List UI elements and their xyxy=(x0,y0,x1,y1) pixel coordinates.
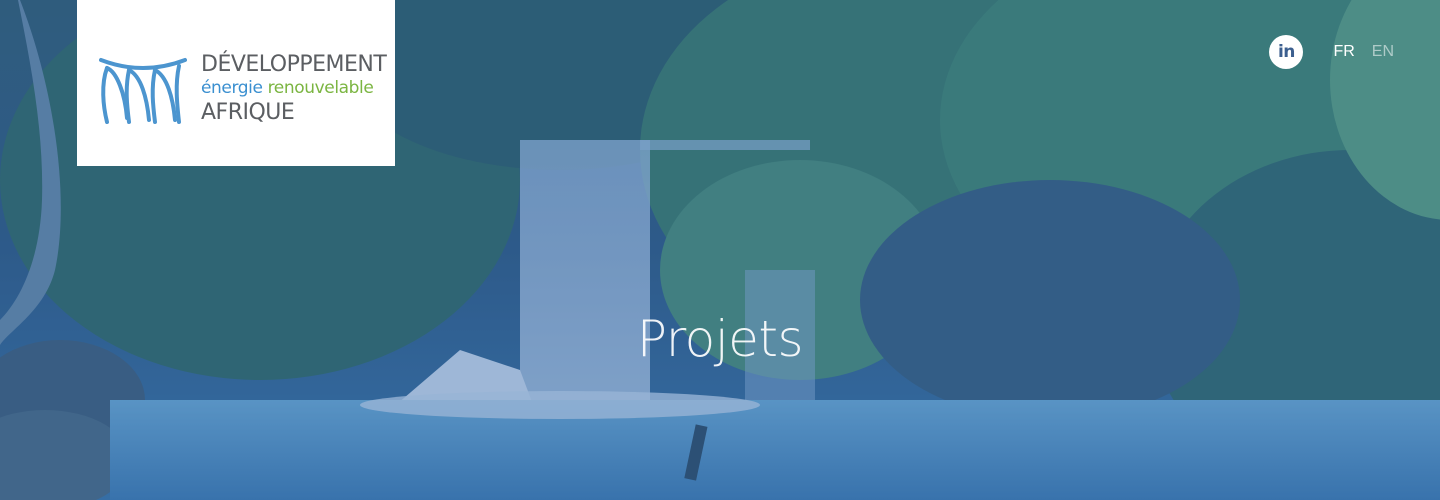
logo-line-afrique: AFRIQUE xyxy=(201,100,295,125)
hero-banner: DÉVELOPPEMENT énergie renouvelable AFRIQ… xyxy=(0,0,1440,500)
language-fr-link[interactable]: FR xyxy=(1333,43,1354,61)
logo-wordmark: DÉVELOPPEMENT énergie renouvelable AFRIQ… xyxy=(201,52,387,125)
logo-word-energie: énergie xyxy=(201,78,263,98)
logo-line-developpement: DÉVELOPPEMENT xyxy=(201,52,387,77)
header-controls: in FR EN xyxy=(1269,35,1394,69)
language-en-link[interactable]: EN xyxy=(1372,43,1394,61)
page-title: Projets xyxy=(636,310,804,368)
logo-arches-icon xyxy=(99,58,187,124)
linkedin-icon[interactable]: in xyxy=(1269,35,1304,69)
logo-line-energie: énergie renouvelable xyxy=(201,80,386,102)
site-logo[interactable]: DÉVELOPPEMENT énergie renouvelable AFRIQ… xyxy=(77,0,395,166)
logo-word-renouvelable: renouvelable xyxy=(267,78,374,98)
